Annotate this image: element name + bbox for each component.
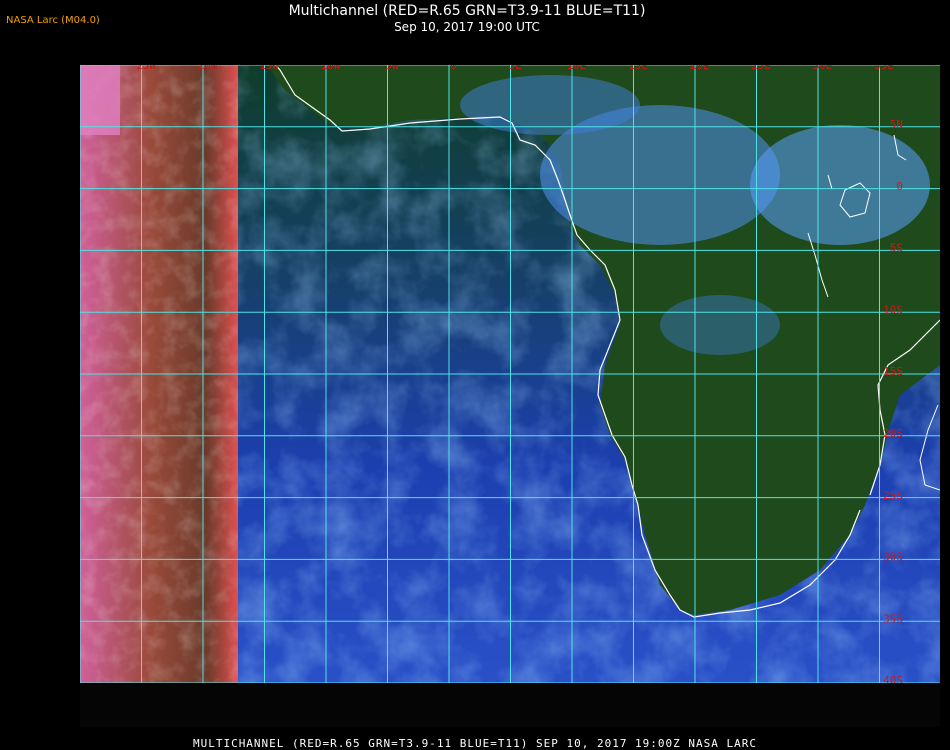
latitude-label: 0	[896, 180, 903, 193]
cloud-band-3	[460, 75, 640, 135]
latitude-label: 15S	[883, 365, 903, 378]
longitude-label: 0	[450, 65, 457, 72]
longitude-label: 20W	[198, 65, 218, 72]
latitude-label: 40S	[883, 674, 903, 683]
map-bottom-margin	[80, 683, 940, 727]
latitude-label: 20S	[883, 427, 903, 440]
footer-caption: MULTICHANNEL (RED=R.65 GRN=T3.9-11 BLUE=…	[192, 737, 758, 750]
longitude-label: 10E	[567, 65, 587, 72]
latitude-label: 30S	[883, 551, 903, 564]
longitude-label: 35E	[874, 65, 894, 72]
satellite-imagery: 25W 20W 15W 10W 5W 0 5E 10E 15E 20E 25E 30E 35E 5N 0 5…	[80, 65, 940, 683]
longitude-label: 5E	[508, 65, 521, 72]
latitude-label: 5S	[890, 242, 903, 255]
image-title: Multichannel (RED=R.65 GRN=T3.9-11 BLUE=…	[288, 3, 646, 19]
longitude-label: 10W	[321, 65, 341, 72]
longitude-label: 25W	[136, 65, 156, 72]
latitude-label: 35S	[883, 612, 903, 625]
latitude-label: 5N	[890, 118, 903, 131]
image-timestamp: Sep 10, 2017 19:00 UTC	[394, 20, 540, 34]
longitude-label: 15E	[628, 65, 648, 72]
longitude-label: 20E	[690, 65, 710, 72]
longitude-label: 25E	[751, 65, 771, 72]
latitude-label: 10S	[883, 303, 903, 316]
longitude-label: 30E	[813, 65, 833, 72]
cloud-band-4	[660, 295, 780, 355]
longitude-label: 15W	[259, 65, 279, 72]
longitude-label: 5W	[385, 65, 399, 72]
latitude-label: 25S	[883, 489, 903, 502]
satellite-map: 25W 20W 15W 10W 5W 0 5E 10E 15E 20E 25E 30E 35E 5N 0 5…	[80, 65, 940, 683]
cloud-band-2	[750, 125, 930, 245]
